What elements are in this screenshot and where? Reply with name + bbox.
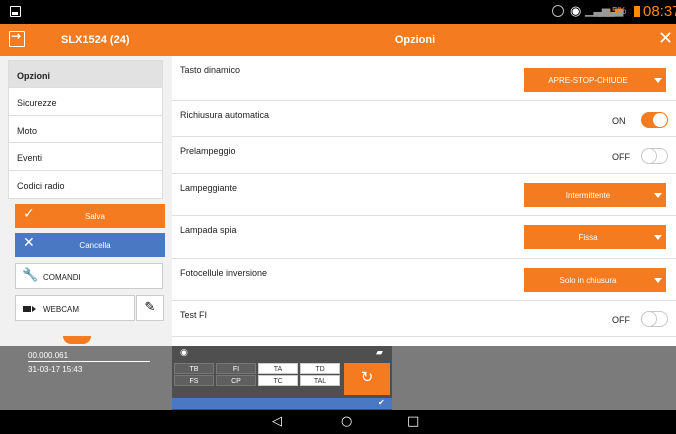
commands-label: COMANDI	[43, 273, 81, 282]
option-row: Lampada spia Fissa	[172, 216, 676, 259]
test-fi-toggle[interactable]: OFF	[612, 311, 668, 331]
gallery-icon	[10, 6, 21, 17]
richiusura-toggle[interactable]: ON	[612, 112, 668, 132]
io-panel: ◉ ▰ TB FI TA TD FS CP TC TAL ↻ ✔	[172, 346, 392, 410]
home-circle-icon[interactable]: ○	[341, 414, 352, 429]
sidebar-item-eventi[interactable]: Eventi	[9, 143, 162, 171]
chevron-down-icon	[654, 235, 662, 240]
brand-logo	[63, 336, 91, 344]
status-time: 08:37	[643, 3, 676, 20]
toggle-state: OFF	[612, 315, 630, 325]
io-cell: TAL	[300, 375, 340, 386]
dropdown-value: Solo in chiusura	[559, 276, 617, 285]
option-label: Test FI	[180, 310, 208, 320]
cancel-label: Cancella	[79, 241, 111, 250]
option-row: Test FI OFF	[172, 301, 676, 337]
option-label: Lampada spia	[180, 225, 237, 235]
sidebar-item-moto[interactable]: Moto	[9, 116, 162, 144]
lampeggiante-dropdown[interactable]: Intermittente	[524, 183, 666, 207]
wifi-icon: ◉	[570, 3, 582, 18]
battery-percent: 5%	[612, 6, 627, 17]
toggle-state: ON	[612, 116, 626, 126]
toggle-switch[interactable]	[641, 112, 668, 128]
nav-bar: ◁ ○ □	[0, 410, 676, 434]
divider	[28, 361, 150, 362]
status-bar: ◉ ▁▃▅ ▁▃▅ 5% 08:37	[0, 0, 676, 24]
toggle-knob	[641, 148, 657, 164]
sidebar-menu: Opzioni Sicurezze Moto Eventi Codici rad…	[8, 60, 163, 199]
save-button[interactable]: ✓ Salva	[15, 204, 165, 228]
check-icon: ✔	[378, 398, 385, 407]
dropdown-value: APRE-STOP-CHIUDE	[548, 76, 628, 85]
io-cell: FS	[174, 375, 214, 386]
close-icon[interactable]: ✕	[658, 28, 673, 49]
option-label: Tasto dinamico	[180, 65, 241, 75]
option-label: Lampeggiante	[180, 183, 238, 193]
serial-number: 00.000.061	[28, 351, 69, 360]
sync-bar: ✔	[172, 398, 392, 409]
prelampeggio-toggle[interactable]: OFF	[612, 148, 668, 168]
option-row: Tasto dinamico APRE-STOP-CHIUDE	[172, 56, 676, 101]
app-bar: SLX1524 (24) Opzioni ✕	[0, 24, 676, 56]
option-row: Lampeggiante Intermittente	[172, 174, 676, 216]
back-triangle-icon[interactable]: ◁	[272, 414, 282, 429]
toggle-knob	[641, 311, 657, 327]
recents-square-icon[interactable]: □	[407, 414, 419, 429]
battery-icon	[634, 6, 640, 17]
io-cell: CP	[216, 375, 256, 386]
dropdown-value: Intermittente	[565, 191, 611, 200]
edit-webcam-button[interactable]: ✎	[136, 295, 164, 321]
video-camera-icon	[23, 306, 36, 312]
toggle-state: OFF	[612, 152, 630, 162]
webcam-button[interactable]: WEBCAM	[15, 295, 135, 321]
toggle-knob	[652, 112, 668, 128]
power-plug-icon: ▰	[376, 348, 383, 358]
save-label: Salva	[84, 212, 105, 221]
io-cell: TB	[174, 363, 214, 374]
toggle-switch[interactable]	[641, 311, 668, 327]
option-label: Richiusura automatica	[180, 110, 270, 120]
chevron-down-icon	[654, 278, 662, 283]
rotation-icon	[552, 5, 564, 17]
pencil-icon: ✎	[144, 300, 156, 315]
fotocellule-dropdown[interactable]: Solo in chiusura	[524, 268, 666, 292]
refresh-button[interactable]: ↻	[344, 363, 390, 395]
tasto-dinamico-dropdown[interactable]: APRE-STOP-CHIUDE	[524, 68, 666, 92]
io-cell: TC	[258, 375, 298, 386]
wifi-icon: ◉	[180, 348, 188, 358]
option-label: Fotocellule inversione	[180, 268, 268, 278]
chevron-down-icon	[654, 78, 662, 83]
page-title: Opzioni	[394, 34, 436, 46]
sidebar-item-codici-radio[interactable]: Codici radio	[9, 171, 162, 198]
commands-button[interactable]: 🔧 COMANDI	[15, 263, 163, 289]
date-time: 31-03-17 15:43	[28, 365, 83, 374]
option-row: Fotocellule inversione Solo in chiusura	[172, 259, 676, 301]
option-label: Prelampeggio	[180, 146, 236, 156]
refresh-icon: ↻	[360, 368, 374, 386]
toggle-switch[interactable]	[641, 148, 668, 164]
sidebar-item-sicurezze[interactable]: Sicurezze	[9, 88, 162, 116]
option-row: Richiusura automatica ON	[172, 101, 676, 137]
option-row: Prelampeggio OFF	[172, 137, 676, 174]
app-screen: ◉ ▁▃▅ ▁▃▅ 5% 08:37 SLX1524 (24) Opzioni …	[0, 0, 676, 434]
io-cell: TD	[300, 363, 340, 374]
dropdown-value: Fissa	[578, 233, 598, 242]
options-list: Tasto dinamico APRE-STOP-CHIUDE Richiusu…	[172, 56, 676, 346]
webcam-label: WEBCAM	[43, 305, 79, 314]
io-cell: FI	[216, 363, 256, 374]
sidebar-item-opzioni[interactable]: Opzioni	[9, 61, 162, 89]
cancel-button[interactable]: ✕ Cancella	[15, 233, 165, 257]
wrench-icon: 🔧	[22, 268, 39, 283]
io-cell: TA	[258, 363, 298, 374]
status-panel: 00.000.061 31-03-17 15:43 ◉ ▰ TB FI TA T…	[0, 346, 676, 410]
lampada-spia-dropdown[interactable]: Fissa	[524, 225, 666, 249]
chevron-down-icon	[654, 193, 662, 198]
